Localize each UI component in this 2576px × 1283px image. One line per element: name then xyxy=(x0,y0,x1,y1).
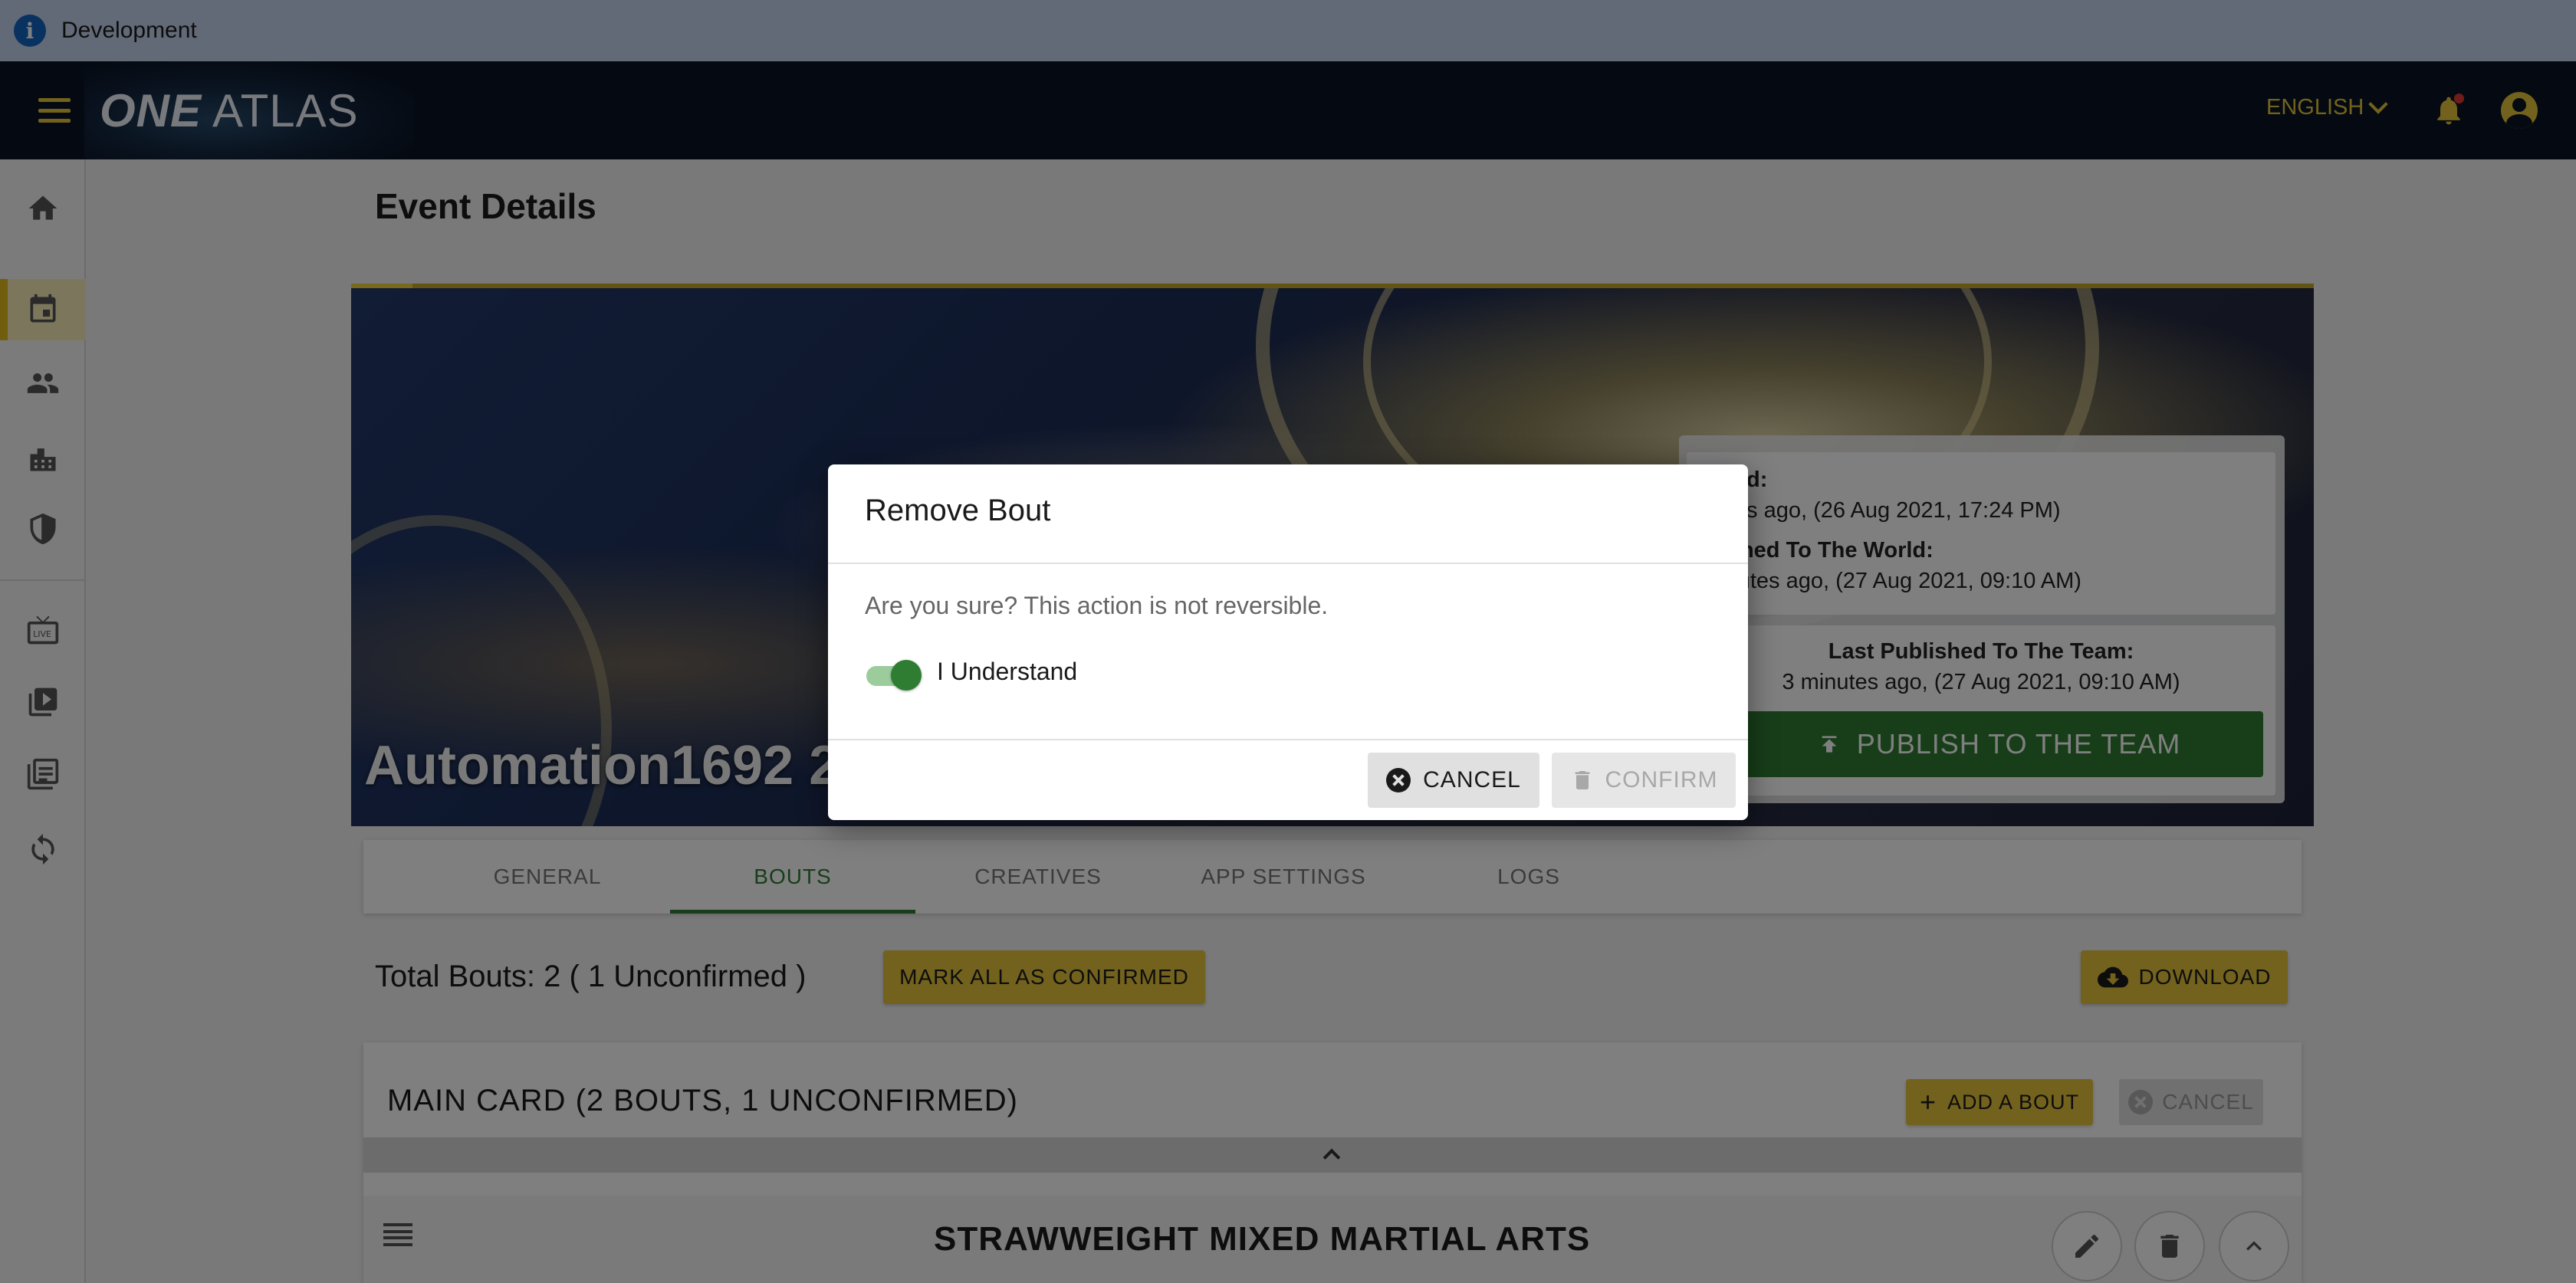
toggle-knob xyxy=(891,660,922,691)
dialog-cancel-label: CANCEL xyxy=(1423,767,1521,792)
remove-bout-dialog: Remove Bout Are you sure? This action is… xyxy=(828,464,1748,820)
dialog-message: Are you sure? This action is not reversi… xyxy=(865,592,1329,619)
trash-icon xyxy=(1575,771,1589,789)
dialog-title: Remove Bout xyxy=(865,494,1051,527)
dialog-divider-bottom xyxy=(828,739,1748,740)
understand-toggle[interactable] xyxy=(865,659,922,691)
dialog-divider-top xyxy=(828,563,1748,564)
cancel-circle-icon xyxy=(1386,768,1411,792)
dialog-confirm-button[interactable]: CONFIRM xyxy=(1552,753,1736,808)
dialog-cancel-button[interactable]: CANCEL xyxy=(1368,753,1539,808)
dialog-confirm-label: CONFIRM xyxy=(1605,767,1718,792)
understand-toggle-label[interactable]: I Understand xyxy=(937,658,1077,686)
